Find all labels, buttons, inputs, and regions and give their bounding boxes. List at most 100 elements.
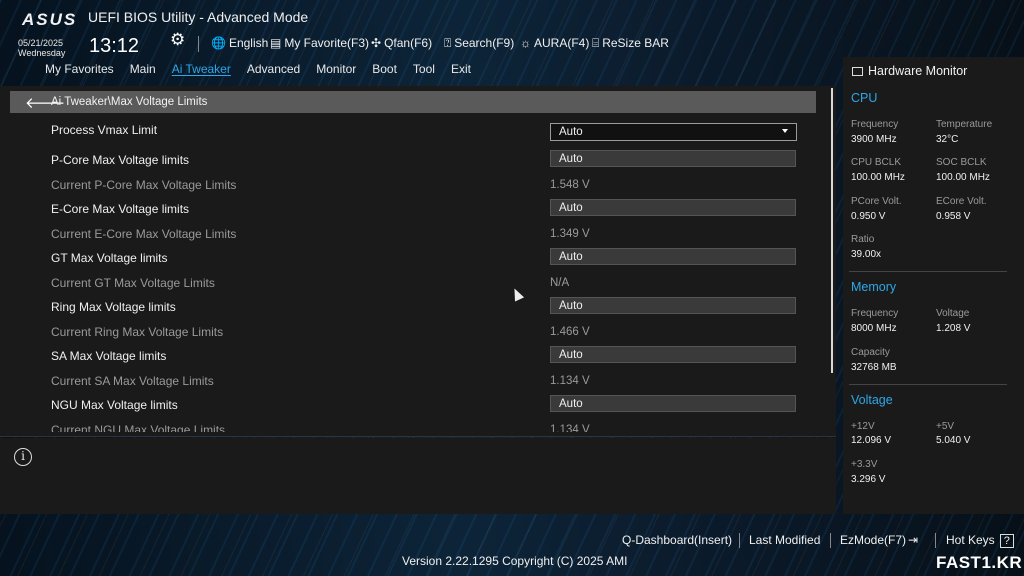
setting-row[interactable]: Ring Max Voltage limits Auto bbox=[0, 295, 820, 319]
hardware-monitor-title: Hardware Monitor bbox=[852, 64, 967, 78]
setting-label: NGU Max Voltage limits bbox=[51, 398, 178, 412]
v5-value: 5.040 V bbox=[936, 435, 971, 446]
help-panel bbox=[0, 438, 836, 514]
my-favorite-button[interactable]: ▤ My Favorite(F3) bbox=[270, 36, 369, 50]
readonly-label: Current SA Max Voltage Limits bbox=[51, 374, 214, 388]
search-button[interactable]: ⍰ Search(F9) bbox=[444, 36, 514, 51]
resize-bar-icon: ⌸ bbox=[592, 36, 600, 50]
hardware-monitor-label: Hardware Monitor bbox=[868, 64, 968, 78]
readonly-row: Current Ring Max Voltage Limits 1.466 V bbox=[0, 320, 820, 344]
breadcrumb: Ai Tweaker\Max Voltage Limits bbox=[51, 96, 208, 108]
cpu-temperature-label: Temperature bbox=[936, 119, 993, 130]
voltage-heading: Voltage bbox=[851, 393, 893, 407]
scrollbar[interactable] bbox=[831, 88, 833, 373]
setting-row[interactable]: SA Max Voltage limits Auto bbox=[0, 344, 820, 368]
date-display: 05/21/2025 Wednesday bbox=[18, 38, 65, 58]
setting-label: SA Max Voltage limits bbox=[51, 349, 167, 363]
setting-label: Process Vmax Limit bbox=[51, 123, 158, 137]
pcore-max-voltage-input[interactable]: Auto bbox=[550, 150, 796, 167]
version-text: Version 2.22.1295 Copyright (C) 2025 AMI bbox=[402, 554, 628, 568]
tab-my-favorites[interactable]: My Favorites bbox=[45, 62, 114, 76]
select-value: Auto bbox=[559, 126, 583, 138]
main-nav: My Favorites Main Ai Tweaker Advanced Mo… bbox=[45, 62, 471, 76]
readonly-value: 1.548 V bbox=[550, 179, 590, 191]
aura-label: AURA(F4) bbox=[534, 36, 590, 50]
tab-main[interactable]: Main bbox=[130, 62, 156, 76]
ratio-label: Ratio bbox=[851, 234, 875, 245]
q-dashboard-button[interactable]: Q-Dashboard(Insert) bbox=[622, 533, 732, 547]
cpu-temperature-value: 32°C bbox=[936, 134, 959, 145]
memory-frequency-label: Frequency bbox=[851, 308, 899, 319]
memory-voltage-value: 1.208 V bbox=[936, 323, 971, 334]
qfan-button[interactable]: ✣ Qfan(F6) bbox=[371, 36, 432, 50]
soc-bclk-value: 100.00 MHz bbox=[936, 172, 990, 183]
header-divider bbox=[198, 36, 199, 52]
setting-row[interactable]: E-Core Max Voltage limits Auto bbox=[0, 197, 820, 221]
resize-bar-label: ReSize BAR bbox=[602, 36, 669, 50]
gt-max-voltage-input[interactable]: Auto bbox=[550, 248, 796, 265]
v33-value: 3.296 V bbox=[851, 474, 886, 485]
readonly-row: Current P-Core Max Voltage Limits 1.548 … bbox=[0, 173, 820, 197]
cpu-bclk-value: 100.00 MHz bbox=[851, 172, 905, 183]
cpu-bclk-label: CPU BCLK bbox=[851, 157, 902, 168]
readonly-label: Current GT Max Voltage Limits bbox=[51, 276, 215, 290]
ecore-volt-value: 0.958 V bbox=[936, 211, 971, 222]
search-label: Search(F9) bbox=[454, 36, 515, 50]
tab-boot[interactable]: Boot bbox=[372, 62, 397, 76]
ring-max-voltage-input[interactable]: Auto bbox=[550, 297, 796, 314]
section-divider bbox=[849, 384, 1007, 385]
aura-button[interactable]: ☼ AURA(F4) bbox=[520, 36, 589, 50]
ecore-max-voltage-input[interactable]: Auto bbox=[550, 199, 796, 216]
readonly-row: Current GT Max Voltage Limits N/A bbox=[0, 271, 820, 295]
readonly-row: Current NGU Max Voltage Limits 1.134 V bbox=[0, 418, 820, 432]
section-divider bbox=[849, 271, 1007, 272]
monitor-icon bbox=[852, 67, 863, 76]
ezmode-button[interactable]: EzMode(F7) ⇥ bbox=[840, 533, 918, 547]
tab-exit[interactable]: Exit bbox=[451, 62, 471, 76]
readonly-value: 1.134 V bbox=[550, 375, 590, 387]
pcore-volt-label: PCore Volt. bbox=[851, 196, 902, 207]
readonly-value: N/A bbox=[550, 277, 570, 289]
clock-time[interactable]: 13:12 bbox=[89, 35, 139, 58]
qfan-label: Qfan(F6) bbox=[384, 36, 433, 50]
footer-divider bbox=[830, 533, 831, 548]
fan-icon: ✣ bbox=[371, 36, 382, 50]
readonly-label: Current P-Core Max Voltage Limits bbox=[51, 178, 237, 192]
readonly-row: Current E-Core Max Voltage Limits 1.349 … bbox=[0, 222, 820, 246]
sa-max-voltage-input[interactable]: Auto bbox=[550, 346, 796, 363]
v12-label: +12V bbox=[851, 421, 875, 432]
hot-keys-label: Hot Keys bbox=[946, 533, 995, 547]
readonly-value: 1.466 V bbox=[550, 326, 590, 338]
v5-label: +5V bbox=[936, 421, 955, 432]
gear-icon[interactable]: ⚙ bbox=[170, 30, 185, 50]
soc-bclk-label: SOC BCLK bbox=[936, 157, 987, 168]
tab-monitor[interactable]: Monitor bbox=[316, 62, 356, 76]
tab-tool[interactable]: Tool bbox=[413, 62, 435, 76]
setting-label: Ring Max Voltage limits bbox=[51, 300, 176, 314]
aura-icon: ☼ bbox=[520, 36, 531, 50]
favorite-icon: ▤ bbox=[270, 36, 282, 50]
search-icon: ⍰ bbox=[444, 36, 452, 50]
tab-advanced[interactable]: Advanced bbox=[247, 62, 300, 76]
readonly-value: 1.349 V bbox=[550, 228, 590, 240]
resize-bar-button[interactable]: ⌸ ReSize BAR bbox=[592, 36, 669, 51]
last-modified-button[interactable]: Last Modified bbox=[749, 533, 820, 547]
language-button[interactable]: 🌐 English bbox=[211, 36, 268, 50]
setting-row[interactable]: GT Max Voltage limits Auto bbox=[0, 246, 820, 270]
weekday-text: Wednesday bbox=[18, 48, 66, 58]
readonly-label: Current E-Core Max Voltage Limits bbox=[51, 227, 237, 241]
readonly-row: Current SA Max Voltage Limits 1.134 V bbox=[0, 369, 820, 393]
ecore-volt-label: ECore Volt. bbox=[936, 196, 987, 207]
setting-row[interactable]: P-Core Max Voltage limits Auto bbox=[0, 148, 820, 172]
language-label: English bbox=[228, 36, 269, 50]
readonly-label: Current NGU Max Voltage Limits bbox=[51, 423, 226, 432]
hot-keys-button[interactable]: Hot Keys? bbox=[946, 533, 1014, 548]
setting-row[interactable]: NGU Max Voltage limits Auto bbox=[0, 393, 820, 417]
setting-row[interactable]: Process Vmax Limit Auto bbox=[0, 118, 820, 142]
process-vmax-limit-select[interactable]: Auto bbox=[550, 123, 797, 141]
info-icon: i bbox=[14, 448, 32, 466]
ratio-value: 39.00x bbox=[851, 249, 882, 260]
pcore-volt-value: 0.950 V bbox=[851, 211, 886, 222]
ngu-max-voltage-input[interactable]: Auto bbox=[550, 395, 796, 412]
tab-ai-tweaker[interactable]: Ai Tweaker bbox=[172, 62, 231, 76]
